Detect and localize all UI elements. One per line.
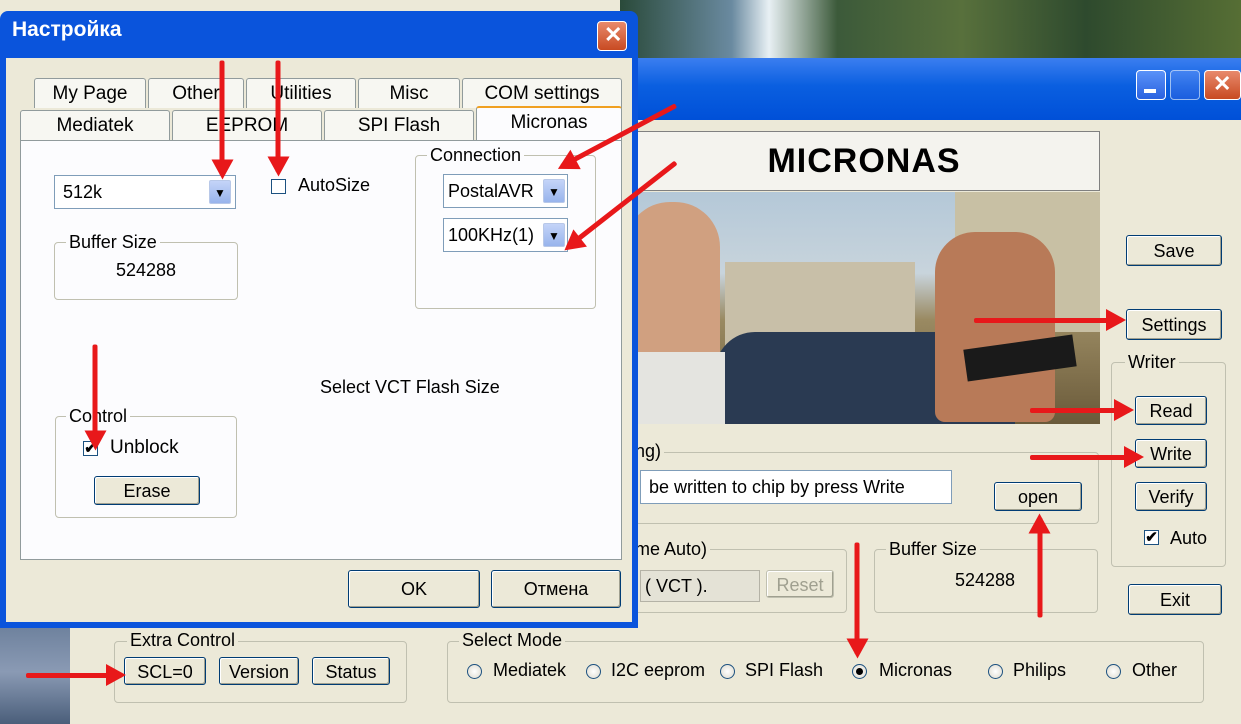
tab-eeprom[interactable]: EEPROM: [172, 110, 322, 140]
dialog-close-button[interactable]: ✕: [597, 21, 627, 51]
file-path-field[interactable]: be written to chip by press Write: [640, 470, 952, 504]
mode-label-other: Other: [1132, 660, 1178, 680]
mode-label-mediatek: Mediatek: [493, 660, 567, 680]
annotation-arrow: [92, 344, 98, 447]
annotation-arrow: [219, 60, 225, 176]
reset-button: Reset: [766, 570, 834, 598]
annotation-arrow: [974, 309, 1126, 331]
chip-header: MICRONAS: [628, 131, 1100, 191]
dialog-buffer-label: Buffer Size: [66, 232, 160, 253]
name-group-label: me Auto): [632, 539, 711, 560]
tab-utilities[interactable]: Utilities: [246, 78, 356, 108]
exit-button[interactable]: Exit: [1128, 584, 1222, 615]
tab-misc[interactable]: Misc: [358, 78, 460, 108]
maximize-button[interactable]: [1170, 70, 1200, 100]
close-button[interactable]: [1204, 70, 1241, 100]
tab-spi-flash[interactable]: SPI Flash: [324, 110, 474, 140]
tab-other[interactable]: Other: [148, 78, 244, 108]
dialog-title: Настройка: [12, 18, 122, 41]
flash-size-value: 512k: [63, 182, 103, 202]
tab-com-settings[interactable]: COM settings: [462, 78, 622, 108]
main-buffer-label: Buffer Size: [886, 539, 980, 560]
select-mode-label: Select Mode: [459, 630, 566, 651]
auto-checkbox[interactable]: ✔: [1144, 530, 1159, 545]
verify-button[interactable]: Verify: [1135, 482, 1207, 511]
save-button[interactable]: Save: [1126, 235, 1222, 266]
cancel-button[interactable]: Отмена: [491, 570, 621, 608]
scl-button[interactable]: SCL=0: [124, 657, 206, 685]
connection-label: Connection: [427, 145, 525, 166]
version-button[interactable]: Version: [219, 657, 299, 685]
read-button[interactable]: Read: [1135, 396, 1207, 425]
annotation-arrow: [854, 542, 860, 655]
ok-button[interactable]: OK: [348, 570, 480, 608]
open-button[interactable]: open: [994, 482, 1082, 511]
annotation-arrow: [1037, 517, 1043, 618]
tab-micronas[interactable]: Micronas: [476, 106, 622, 141]
desktop-background-left: [0, 620, 70, 724]
tab-mediatek[interactable]: Mediatek: [20, 110, 170, 140]
autosize-checkbox[interactable]: [271, 179, 286, 194]
speed-value: 100KHz(1): [448, 225, 535, 245]
dialog-buffer-value: 524288: [116, 260, 177, 280]
write-button[interactable]: Write: [1135, 439, 1207, 468]
mode-radio-other[interactable]: [1106, 664, 1121, 679]
main-buffer-value: 524288: [955, 570, 1016, 590]
mode-radio-micronas[interactable]: [852, 664, 867, 679]
mode-radio-mediatek[interactable]: [467, 664, 482, 679]
control-label: Control: [66, 406, 131, 427]
minimize-button[interactable]: [1136, 70, 1166, 100]
erase-button[interactable]: Erase: [94, 476, 200, 505]
banner-image: [635, 192, 1100, 424]
mode-label-spi-flash: SPI Flash: [745, 660, 824, 680]
desktop-background: [620, 0, 1241, 58]
mode-radio-philips[interactable]: [988, 664, 1003, 679]
mode-radio-spi-flash[interactable]: [720, 664, 735, 679]
connection-value: PostalAVR: [448, 181, 534, 201]
settings-button[interactable]: Settings: [1126, 309, 1222, 340]
mode-radio-i2c-eeprom[interactable]: [586, 664, 601, 679]
hint-text: Select VCT Flash Size: [320, 377, 500, 397]
status-button[interactable]: Status: [312, 657, 390, 685]
mode-label-i2c-eeprom: I2C eeprom: [611, 660, 706, 680]
annotation-arrow: [1030, 399, 1134, 421]
extra-control-label: Extra Control: [127, 630, 239, 651]
tab-my-page[interactable]: My Page: [34, 78, 146, 108]
unblock-label: Unblock: [110, 437, 179, 458]
chip-name-field: ( VCT ).: [640, 570, 760, 602]
close-icon: ✕: [604, 22, 623, 47]
chevron-down-icon[interactable]: ▼: [209, 180, 231, 204]
annotation-arrow: [275, 60, 281, 173]
mode-label-philips: Philips: [1013, 660, 1067, 680]
annotation-arrow: [26, 664, 126, 686]
mode-label-micronas: Micronas: [879, 660, 953, 680]
auto-label: Auto: [1170, 528, 1208, 548]
annotation-arrow: [1030, 446, 1144, 468]
writer-group-label: Writer: [1125, 352, 1179, 373]
autosize-label: AutoSize: [298, 175, 371, 195]
chevron-down-icon[interactable]: ▼: [543, 179, 565, 203]
